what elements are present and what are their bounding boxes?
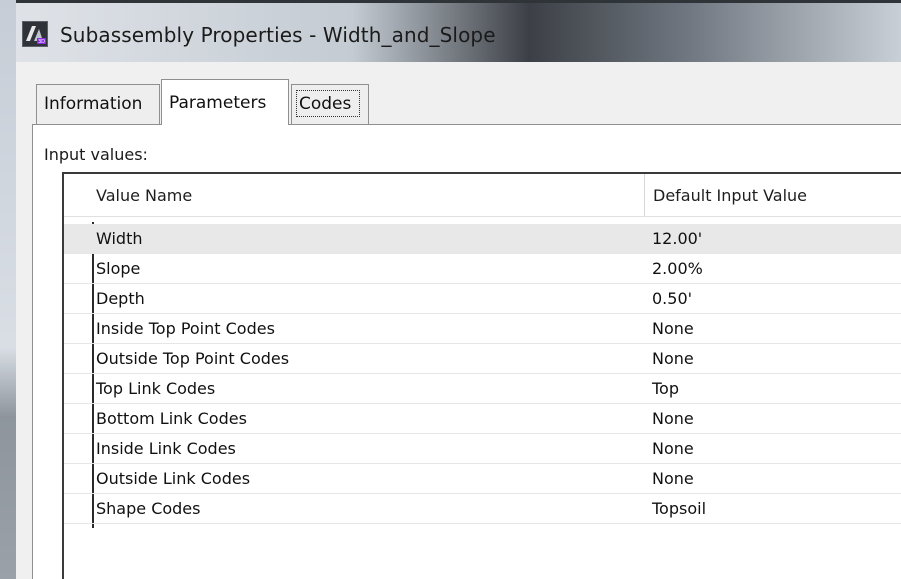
column-divider[interactable] <box>644 174 645 216</box>
subassembly-properties-dialog: 3D Subassembly Properties - Width_and_Sl… <box>0 0 901 579</box>
table-row[interactable]: Outside Link Codes None <box>64 464 901 494</box>
row-value[interactable]: 0.50' <box>652 289 692 308</box>
tab-information[interactable]: Information <box>36 84 160 124</box>
table-row[interactable]: Shape Codes Topsoil <box>64 494 901 524</box>
row-value[interactable]: None <box>652 319 694 338</box>
row-name: Outside Top Point Codes <box>96 349 290 368</box>
autocad-civil-icon: 3D <box>22 21 48 47</box>
row-name: Outside Link Codes <box>96 469 251 488</box>
input-values-grid[interactable]: Value Name Default Input Value Width 12.… <box>62 172 901 579</box>
table-row[interactable]: Inside Link Codes None <box>64 434 901 464</box>
table-row[interactable]: Bottom Link Codes None <box>64 404 901 434</box>
row-name: Inside Top Point Codes <box>96 319 275 338</box>
grid-header: Value Name Default Input Value <box>64 174 901 217</box>
row-value[interactable]: 12.00' <box>652 229 702 248</box>
table-row[interactable]: Width 12.00' <box>64 224 901 254</box>
table-row[interactable]: Top Link Codes Top <box>64 374 901 404</box>
tab-codes-label: Codes <box>299 94 352 114</box>
tab-parameters[interactable]: Parameters <box>161 79 289 125</box>
table-row[interactable]: Inside Top Point Codes None <box>64 314 901 344</box>
tab-parameters-label: Parameters <box>169 93 267 113</box>
row-name: Bottom Link Codes <box>96 409 247 428</box>
row-value[interactable]: None <box>652 409 694 428</box>
background-window-edge <box>0 0 16 579</box>
row-name: Depth <box>96 289 145 308</box>
title-bar[interactable]: 3D Subassembly Properties - Width_and_Sl… <box>16 0 901 62</box>
row-value[interactable]: None <box>652 469 694 488</box>
tab-codes[interactable]: Codes <box>291 84 369 124</box>
input-values-label: Input values: <box>44 145 148 164</box>
row-name: Inside Link Codes <box>96 439 236 458</box>
row-value[interactable]: None <box>652 349 694 368</box>
tab-information-label: Information <box>44 94 143 114</box>
window-title: Subassembly Properties - Width_and_Slope <box>60 23 496 47</box>
row-name: Shape Codes <box>96 499 201 518</box>
row-name: Slope <box>96 259 141 278</box>
column-header-default-input-value[interactable]: Default Input Value <box>653 186 807 205</box>
row-value[interactable]: 2.00% <box>652 259 703 278</box>
row-value[interactable]: None <box>652 439 694 458</box>
table-row[interactable]: Outside Top Point Codes None <box>64 344 901 374</box>
row-name: Top Link Codes <box>96 379 216 398</box>
row-value[interactable]: Topsoil <box>652 499 706 518</box>
svg-text:3D: 3D <box>38 39 45 45</box>
row-name: Width <box>96 229 143 248</box>
table-row[interactable]: Slope 2.00% <box>64 254 901 284</box>
column-header-value-name[interactable]: Value Name <box>96 186 192 205</box>
row-value[interactable]: Top <box>652 379 679 398</box>
table-row[interactable]: Depth 0.50' <box>64 284 901 314</box>
